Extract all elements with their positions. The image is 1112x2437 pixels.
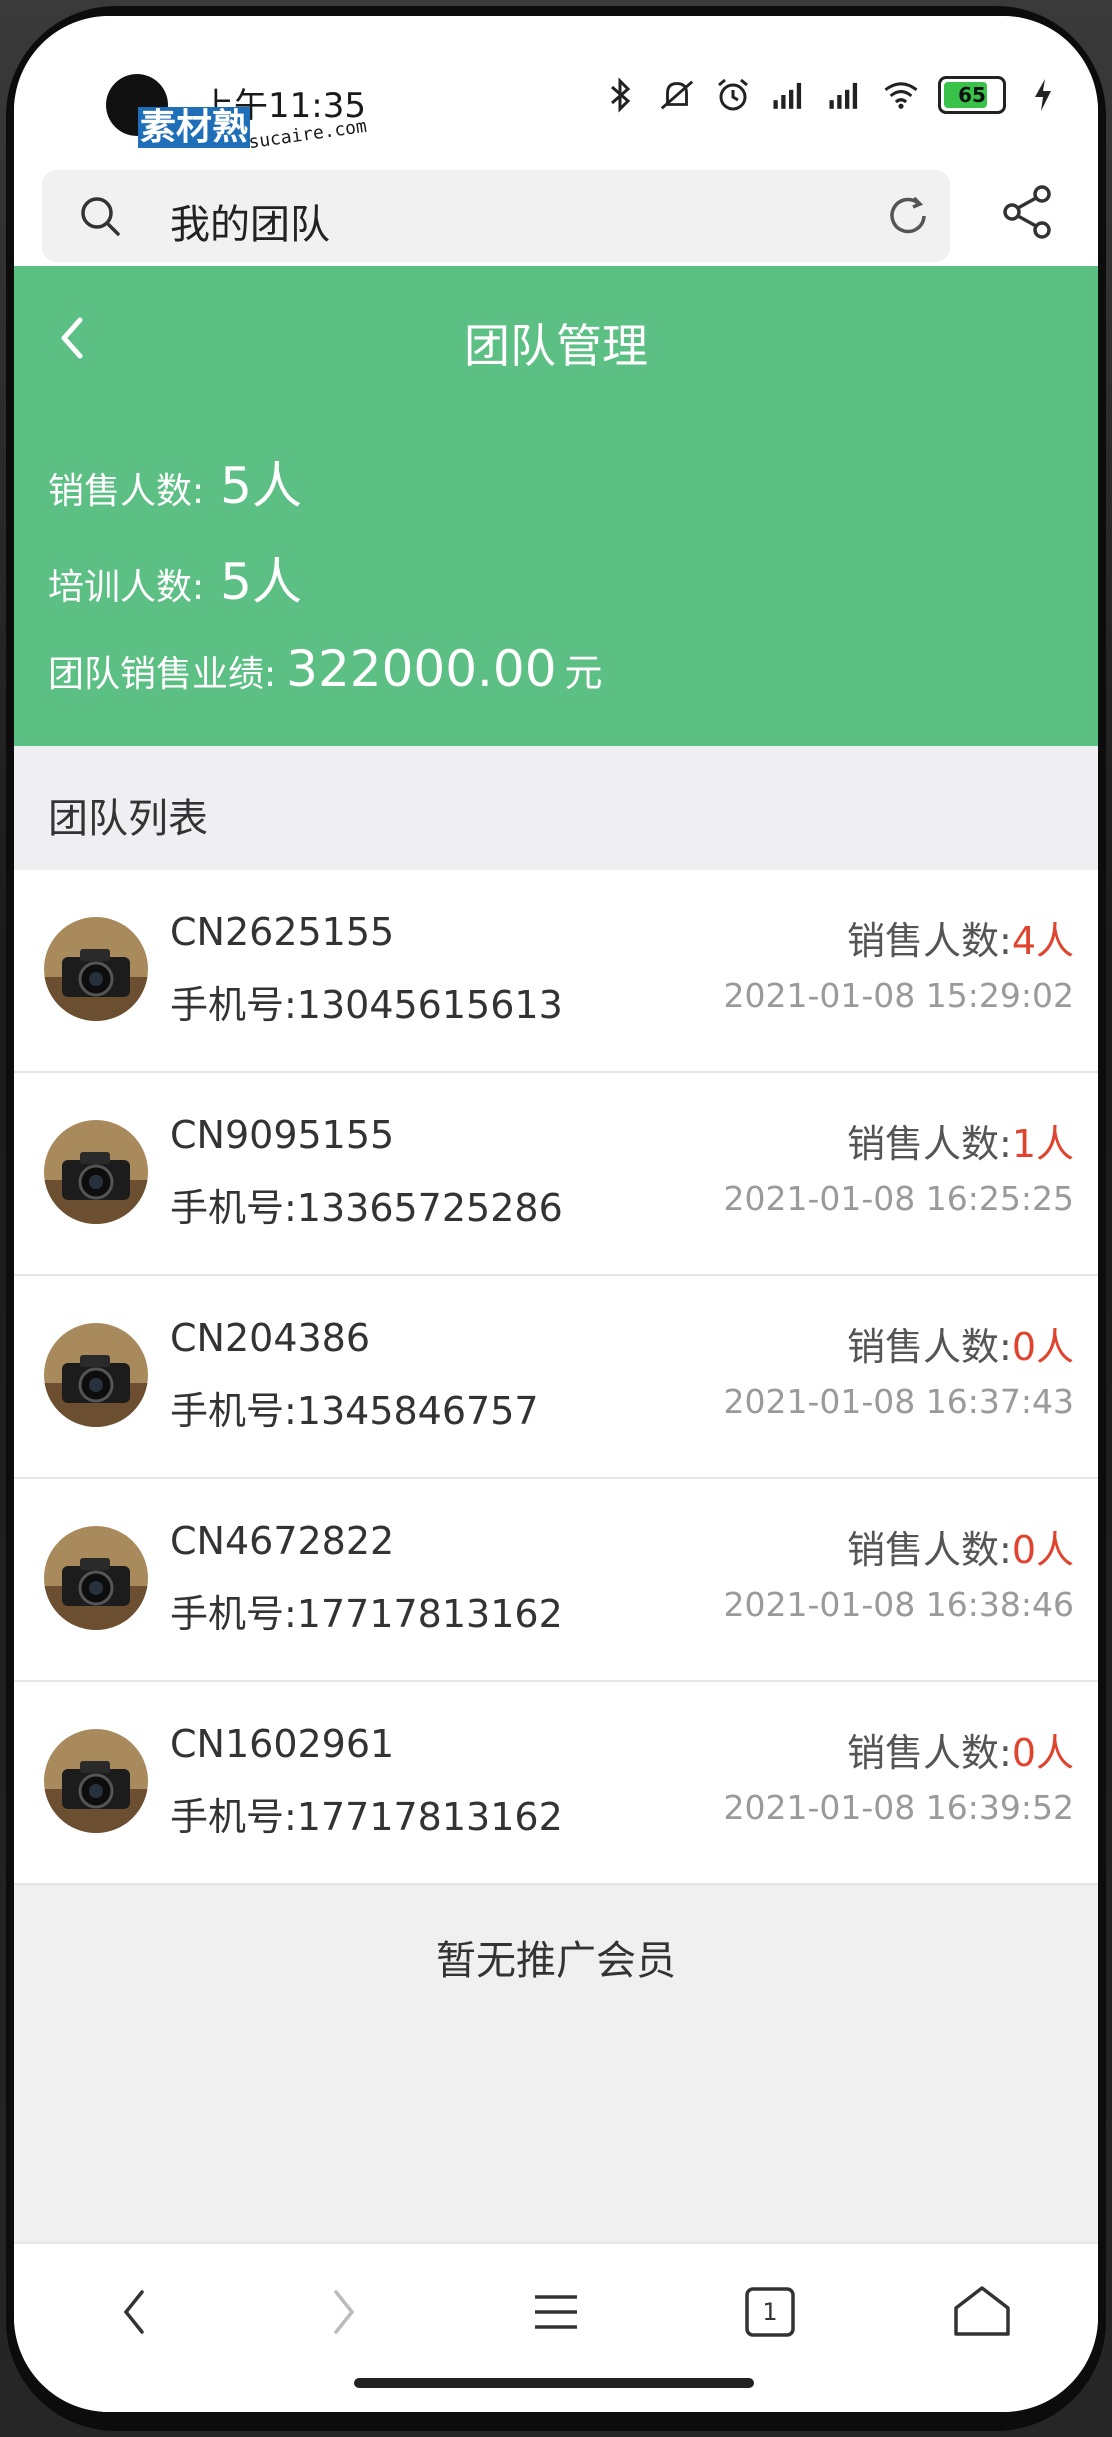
member-join-date: 2021-01-08 16:37:43 bbox=[723, 1382, 1074, 1421]
wifi-icon bbox=[882, 76, 920, 114]
member-join-date: 2021-01-08 16:25:25 bbox=[723, 1179, 1074, 1218]
search-query: 我的团队 bbox=[170, 202, 330, 248]
mute-icon bbox=[658, 76, 696, 114]
member-sales: 销售人数:1人 bbox=[847, 1113, 1074, 1168]
member-sales-label: 销售人数: bbox=[847, 1731, 1012, 1775]
team-performance-stat: 团队销售业绩: 322000.00 元 bbox=[48, 640, 603, 698]
team-performance-unit: 元 bbox=[564, 651, 603, 695]
member-sales-label: 销售人数: bbox=[847, 1528, 1012, 1572]
share-icon[interactable] bbox=[998, 182, 1058, 242]
member-sales-count: 1人 bbox=[1011, 1122, 1074, 1166]
member-join-date: 2021-01-08 16:38:46 bbox=[723, 1585, 1074, 1624]
browser-bottom-bar: 1 bbox=[14, 2242, 1098, 2412]
signal-icon bbox=[826, 76, 864, 114]
training-count-label: 培训人数: bbox=[48, 567, 205, 608]
member-id: CN204386 bbox=[170, 1316, 371, 1360]
status-icons: 65 bbox=[602, 76, 1062, 114]
team-list-heading: 团队列表 bbox=[14, 746, 1098, 870]
team-performance-value: 322000.00 bbox=[286, 640, 557, 698]
chevron-left-icon bbox=[123, 2290, 144, 2334]
search-box[interactable]: 我的团队 bbox=[42, 170, 950, 262]
member-sales-count: 0人 bbox=[1011, 1731, 1074, 1775]
status-bar: 上午11:35 素材熟 sucaire.com 65 bbox=[14, 16, 1098, 156]
member-avatar bbox=[44, 1526, 148, 1630]
member-avatar bbox=[44, 917, 148, 1021]
member-join-date: 2021-01-08 15:29:02 bbox=[723, 976, 1074, 1015]
member-sales-label: 销售人数: bbox=[847, 1122, 1012, 1166]
member-phone: 手机号:17717813162 bbox=[170, 1795, 563, 1839]
bluetooth-icon bbox=[602, 76, 640, 114]
sales-count-stat: 销售人数: 5人 bbox=[48, 446, 302, 518]
team-performance-label: 团队销售业绩: bbox=[48, 654, 277, 695]
member-sales: 销售人数:4人 bbox=[847, 910, 1074, 965]
member-id: CN9095155 bbox=[170, 1113, 395, 1157]
member-join-date: 2021-01-08 16:39:52 bbox=[723, 1788, 1074, 1827]
nav-tabs-button[interactable]: 1 bbox=[730, 2272, 810, 2352]
member-sales: 销售人数:0人 bbox=[847, 1519, 1074, 1574]
team-member-row[interactable]: CN4672822 手机号:17717813162 销售人数:0人 2021-01-0… bbox=[14, 1479, 1098, 1682]
team-member-row[interactable]: CN2625155 手机号:13045615613 销售人数:4人 2021-01-0… bbox=[14, 870, 1098, 1073]
team-member-row[interactable]: CN9095155 手机号:13365725286 销售人数:1人 2021-01-0… bbox=[14, 1073, 1098, 1276]
signal-hd-icon bbox=[770, 76, 808, 114]
phone-frame: 上午11:35 素材熟 sucaire.com 65 我的团队 团队管理 销售人… bbox=[0, 0, 1112, 2437]
nav-home-button[interactable] bbox=[942, 2272, 1022, 2352]
member-phone: 手机号:13045615613 bbox=[170, 983, 563, 1027]
training-count-stat: 培训人数: 5人 bbox=[48, 542, 302, 614]
team-member-row[interactable]: CN204386 手机号:1345846757 销售人数:0人 2021-01-08 … bbox=[14, 1276, 1098, 1479]
member-sales-count: 0人 bbox=[1011, 1325, 1074, 1369]
member-id: CN1602961 bbox=[170, 1722, 395, 1766]
battery-icon: 65 bbox=[938, 76, 1006, 114]
refresh-icon[interactable] bbox=[884, 192, 932, 240]
member-avatar bbox=[44, 1323, 148, 1427]
member-sales-label: 销售人数: bbox=[847, 919, 1012, 963]
member-id: CN4672822 bbox=[170, 1519, 395, 1563]
training-count-value: 5人 bbox=[220, 553, 302, 611]
member-phone: 手机号:17717813162 bbox=[170, 1592, 563, 1636]
member-phone: 手机号:1345846757 bbox=[170, 1389, 539, 1433]
team-list-title: 团队列表 bbox=[48, 796, 208, 842]
member-sales-label: 销售人数: bbox=[847, 1325, 1012, 1369]
nav-forward-button[interactable] bbox=[304, 2272, 384, 2352]
watermark-logo: 素材熟 bbox=[138, 107, 251, 148]
member-phone: 手机号:13365725286 bbox=[170, 1186, 563, 1230]
alarm-icon bbox=[714, 76, 752, 114]
screen: 上午11:35 素材熟 sucaire.com 65 我的团队 团队管理 销售人… bbox=[14, 16, 1098, 2412]
member-sales-count: 0人 bbox=[1011, 1528, 1074, 1572]
sales-count-value: 5人 bbox=[220, 457, 302, 515]
member-id: CN2625155 bbox=[170, 910, 395, 954]
member-sales: 销售人数:0人 bbox=[847, 1316, 1074, 1371]
tabs-icon: 1 bbox=[745, 2287, 795, 2337]
browser-search-row: 我的团队 bbox=[14, 156, 1098, 276]
search-icon bbox=[81, 197, 120, 236]
home-indicator bbox=[354, 2378, 754, 2388]
member-sales-count: 4人 bbox=[1011, 919, 1074, 963]
team-list: CN2625155 手机号:13045615613 销售人数:4人 2021-01-0… bbox=[14, 870, 1098, 1885]
nav-menu-button[interactable] bbox=[516, 2272, 596, 2352]
battery-level: 65 bbox=[958, 83, 986, 107]
svg-text:1: 1 bbox=[762, 2298, 777, 2326]
member-avatar bbox=[44, 1120, 148, 1224]
empty-state-text: 暂无推广会员 bbox=[436, 1938, 676, 1984]
page-title: 团队管理 bbox=[464, 319, 648, 373]
team-member-row[interactable]: CN1602961 手机号:17717813162 销售人数:0人 2021-01-0… bbox=[14, 1682, 1098, 1885]
menu-icon bbox=[535, 2295, 577, 2329]
nav-back-button[interactable] bbox=[94, 2272, 174, 2352]
member-sales: 销售人数:0人 bbox=[847, 1722, 1074, 1777]
sales-count-label: 销售人数: bbox=[48, 471, 205, 512]
charging-icon bbox=[1024, 76, 1062, 114]
team-summary-header: 团队管理 销售人数: 5人 培训人数: 5人 团队销售业绩: 322000.00 元 bbox=[14, 266, 1098, 746]
chevron-right-icon bbox=[334, 2290, 355, 2334]
home-icon bbox=[954, 2286, 1010, 2336]
member-avatar bbox=[44, 1729, 148, 1833]
